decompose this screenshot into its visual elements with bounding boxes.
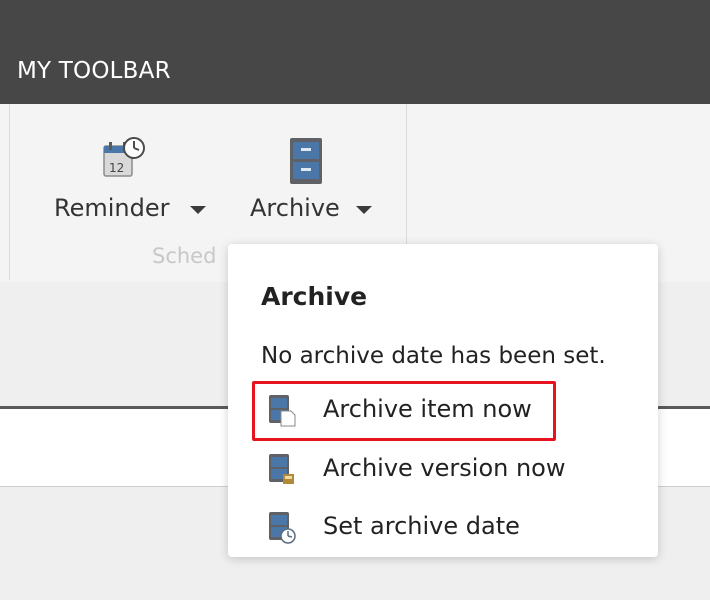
reminder-label: Reminder <box>54 194 170 222</box>
archive-cabinet-icon <box>290 138 322 184</box>
menu-item-set-archive-date[interactable]: Set archive date <box>258 502 638 552</box>
archive-item-icon <box>269 395 296 427</box>
chevron-down-icon <box>190 206 206 214</box>
menu-item-archive-version-now[interactable]: Archive version now <box>258 444 638 494</box>
title-bar: MY TOOLBAR <box>0 0 710 104</box>
archive-status-text: No archive date has been set. <box>261 343 606 369</box>
archive-version-icon <box>269 454 294 484</box>
dropdown-heading: Archive <box>261 282 368 311</box>
archive-label: Archive <box>250 194 340 222</box>
archive-button[interactable]: Archive <box>248 134 388 230</box>
toolbar-title: MY TOOLBAR <box>17 58 171 84</box>
ribbon-group-label: Sched <box>152 244 217 268</box>
reminder-button[interactable]: 12 Reminder <box>50 134 220 230</box>
set-archive-date-icon <box>269 512 296 544</box>
calendar-clock-icon: 12 <box>103 137 145 177</box>
menu-item-label: Archive item now <box>323 395 532 423</box>
archive-dropdown: Archive No archive date has been set. Ar… <box>228 244 658 557</box>
menu-item-label: Archive version now <box>323 454 566 482</box>
ribbon-divider <box>9 104 10 280</box>
menu-item-label: Set archive date <box>323 512 520 540</box>
menu-item-archive-item-now[interactable]: Archive item now <box>258 385 638 435</box>
chevron-down-icon <box>356 206 372 214</box>
svg-text:12: 12 <box>109 161 124 175</box>
